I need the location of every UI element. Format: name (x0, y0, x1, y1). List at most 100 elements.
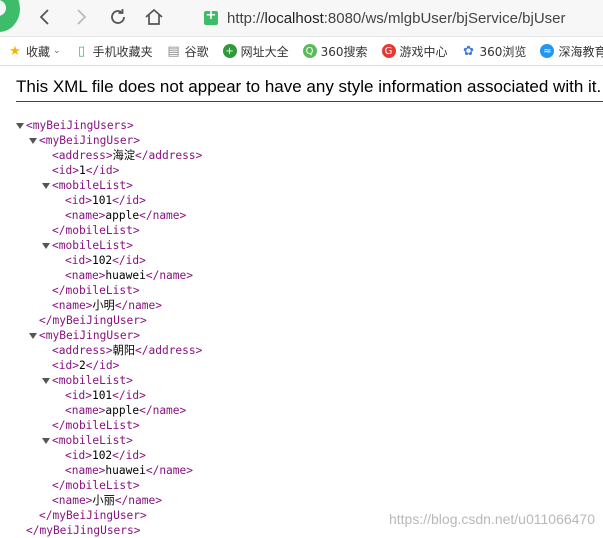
xml-tag: <myBeiJingUser> (39, 134, 141, 147)
collapse-triangle-icon[interactable] (16, 123, 24, 129)
xml-tag: <mobileList> (52, 179, 133, 192)
xml-line: <address>朝阳</address> (0, 343, 603, 358)
bookmark-item[interactable]: Q 360搜索 (295, 37, 374, 65)
chevron-right-icon (77, 9, 87, 25)
bookmark-item[interactable]: ▯ 手机收藏夹 (67, 37, 159, 65)
xml-text-value: 小丽 (92, 494, 115, 507)
xml-tag: <address> (52, 344, 113, 357)
xml-text-value: 1 (78, 164, 86, 177)
xml-line: </mobileList> (0, 283, 603, 298)
xml-line: <name>小丽</name> (0, 493, 603, 508)
xml-tag: </id> (112, 389, 146, 402)
chevron-down-icon[interactable]: ⌄ (53, 46, 61, 56)
xml-line: <name>apple</name> (0, 208, 603, 223)
xml-line: </mobileList> (0, 418, 603, 433)
page-icon: ▤ (167, 43, 180, 59)
xml-tag: </id> (112, 449, 146, 462)
bookmark-label: 收藏 (26, 44, 51, 59)
bookmark-item[interactable]: G 游戏中心 (374, 37, 454, 65)
bookmark-item[interactable]: + 网址大全 (215, 37, 295, 65)
xml-tag: </name> (114, 494, 162, 507)
xml-line: <id>2</id> (0, 358, 603, 373)
collapse-triangle-icon[interactable] (29, 333, 37, 339)
collapse-triangle-icon[interactable] (29, 138, 37, 144)
xml-tag: <id> (52, 359, 79, 372)
xml-line: </myBeiJingUser> (0, 313, 603, 328)
xml-tag: <mobileList> (52, 239, 133, 252)
collapse-triangle-icon[interactable] (42, 438, 50, 444)
xml-tag: </id> (112, 194, 146, 207)
xml-text-value: 101 (91, 194, 113, 207)
xml-text-value: 102 (91, 449, 113, 462)
bookmark-label: 网址大全 (240, 44, 289, 59)
xml-line: <myBeiJingUser> (0, 133, 603, 148)
xml-tag: </mobileList> (52, 284, 140, 297)
xml-line: <id>102</id> (0, 253, 603, 268)
xml-tag: </name> (145, 464, 193, 477)
wave-icon: ≈ (540, 44, 555, 58)
browser-logo-icon (0, 0, 20, 32)
reload-icon (111, 9, 125, 24)
xml-tag: </name> (145, 269, 193, 282)
reload-button[interactable] (106, 5, 130, 29)
paw-icon: ✿ (463, 43, 474, 59)
xml-line: <myBeiJingUser> (0, 328, 603, 343)
game-icon: G (381, 44, 396, 58)
url-text[interactable]: http://localhost:8080/ws/mlgbUser/bjServ… (227, 10, 566, 27)
xml-line: <name>huawei</name> (0, 463, 603, 478)
xml-tag: <mobileList> (52, 374, 133, 387)
xml-tag: <name> (65, 464, 106, 477)
collapse-triangle-icon[interactable] (42, 243, 50, 249)
xml-tag: </id> (112, 254, 146, 267)
xml-tag: </id> (85, 164, 120, 177)
collapse-triangle-icon[interactable] (42, 378, 50, 384)
xml-line: <address>海淀</address> (0, 148, 603, 163)
xml-line: <name>huawei</name> (0, 268, 603, 283)
bookmark-label: 手机收藏夹 (92, 44, 153, 59)
xml-text-value: huawei (105, 464, 146, 477)
collapse-triangle-icon[interactable] (42, 183, 50, 189)
xml-tag: <myBeiJingUser> (39, 329, 141, 342)
xml-tag: <name> (65, 404, 106, 417)
xml-tag: <id> (65, 194, 92, 207)
xml-line: <mobileList> (0, 433, 603, 448)
xml-line: <mobileList> (0, 238, 603, 253)
xml-tag: <name> (65, 209, 106, 222)
bookmark-item[interactable]: ▤ 谷歌 (159, 37, 215, 65)
xml-tag: <id> (65, 254, 92, 267)
home-button[interactable] (142, 5, 166, 29)
xml-text-value: 2 (78, 359, 86, 372)
xml-line: </mobileList> (0, 478, 603, 493)
bookmark-item[interactable]: ≈ 深海教育 (532, 37, 603, 65)
xml-tag: </myBeiJingUser> (39, 314, 147, 327)
address-bar[interactable]: http://localhost:8080/ws/mlgbUser/bjServ… (196, 6, 603, 30)
xml-line: <mobileList> (0, 373, 603, 388)
xml-tag: </address> (135, 149, 203, 162)
xml-text-value: 海淀 (112, 149, 136, 162)
xml-line: <id>101</id> (0, 193, 603, 208)
xml-tag: <id> (65, 449, 92, 462)
xml-text-value: huawei (105, 269, 146, 282)
xml-tag: </name> (139, 404, 187, 417)
forward-button[interactable] (69, 5, 93, 29)
xml-text-value: apple (105, 209, 140, 222)
chevron-left-icon (39, 9, 49, 25)
phone-icon: ▯ (77, 43, 86, 59)
xml-tag: <id> (52, 164, 79, 177)
bookmark-label: 360浏览 (479, 44, 527, 59)
bookmark-item[interactable]: ★ 收藏 ⌄ (0, 37, 67, 65)
xml-tree: <myBeiJingUsers> <myBeiJingUser> <address>… (0, 118, 603, 538)
bookmark-label: 谷歌 (184, 44, 209, 59)
xml-tag: </myBeiJingUser> (39, 509, 147, 522)
bookmark-label: 360搜索 (320, 44, 368, 59)
bookmark-label: 游戏中心 (399, 44, 448, 59)
xml-tag: <address> (52, 149, 113, 162)
xml-line: <myBeiJingUsers> (0, 118, 603, 133)
xml-tag: </myBeiJingUsers> (26, 524, 141, 537)
bookmark-item[interactable]: ✿ 360浏览 (454, 37, 533, 65)
back-button[interactable] (33, 5, 57, 29)
home-icon (145, 8, 163, 25)
xml-line: </mobileList> (0, 223, 603, 238)
xml-tag: </id> (85, 359, 120, 372)
xml-tag: </name> (139, 209, 187, 222)
